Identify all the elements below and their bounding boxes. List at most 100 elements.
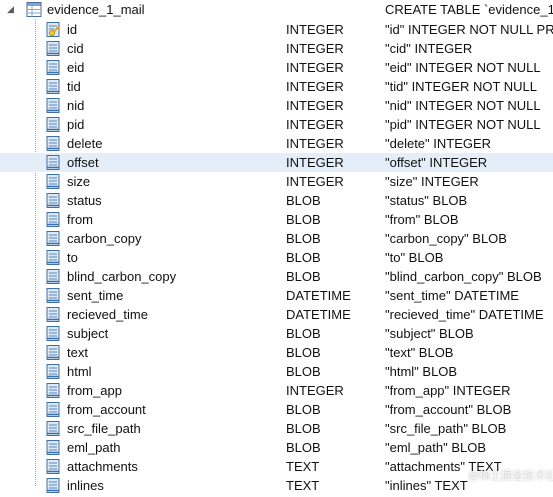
column-row[interactable]: src_file_path BLOB "src_file_path" BLOB [0, 419, 553, 438]
field-icon [45, 40, 61, 57]
column-type: INTEGER [286, 383, 344, 398]
column-schema: "subject" BLOB [385, 326, 474, 341]
column-type: BLOB [286, 364, 321, 379]
column-type: INTEGER [286, 22, 344, 37]
column-type: TEXT [286, 459, 320, 474]
column-name: blind_carbon_copy [67, 269, 177, 284]
column-row[interactable]: text BLOB "text" BLOB [0, 343, 553, 362]
column-schema: "from_account" BLOB [385, 402, 512, 417]
field-icon [45, 344, 61, 361]
field-icon [45, 249, 61, 266]
key-field-icon [45, 21, 61, 38]
column-type: BLOB [286, 193, 321, 208]
field-icon [45, 287, 61, 304]
column-row[interactable]: to BLOB "to" BLOB [0, 248, 553, 267]
column-name: from_app [67, 383, 122, 398]
column-row[interactable]: id INTEGER "id" INTEGER NOT NULL PRI [0, 20, 553, 39]
column-row[interactable]: recieved_time DATETIME "recieved_time" DAT… [0, 305, 553, 324]
column-schema: "blind_carbon_copy" BLOB [385, 269, 542, 284]
column-row[interactable]: html BLOB "html" BLOB [0, 362, 553, 381]
column-row[interactable]: carbon_copy BLOB "carbon_copy" BLOB [0, 229, 553, 248]
column-row[interactable]: status BLOB "status" BLOB [0, 191, 553, 210]
table-node-row[interactable]: ◢ evidence_1_mail CREATE TABLE `evidence… [0, 0, 553, 19]
column-schema: "to" BLOB [385, 250, 444, 265]
field-icon [45, 211, 61, 228]
column-schema: "id" INTEGER NOT NULL PRI [385, 22, 553, 37]
field-icon [45, 477, 61, 494]
watermark: @稀土掘金技术社区 [468, 470, 553, 482]
column-row[interactable]: subject BLOB "subject" BLOB [0, 324, 553, 343]
column-name: pid [67, 117, 85, 132]
column-name: src_file_path [67, 421, 141, 436]
column-name: offset [67, 155, 99, 170]
column-name: nid [67, 98, 85, 113]
column-type: BLOB [286, 345, 321, 360]
column-row[interactable]: from BLOB "from" BLOB [0, 210, 553, 229]
column-row[interactable]: eid INTEGER "eid" INTEGER NOT NULL [0, 58, 553, 77]
field-icon [45, 230, 61, 247]
column-name: inlines [67, 478, 104, 493]
field-icon [45, 401, 61, 418]
column-type: INTEGER [286, 79, 344, 94]
column-name: html [67, 364, 92, 379]
collapse-arrow-icon[interactable]: ◢ [7, 5, 15, 14]
column-name: to [67, 250, 78, 265]
column-name: recieved_time [67, 307, 148, 322]
column-row[interactable]: nid INTEGER "nid" INTEGER NOT NULL [0, 96, 553, 115]
column-type: BLOB [286, 269, 321, 284]
column-type: INTEGER [286, 117, 344, 132]
column-type: INTEGER [286, 136, 344, 151]
column-type: INTEGER [286, 98, 344, 113]
column-type: BLOB [286, 421, 321, 436]
column-type: INTEGER [286, 60, 344, 75]
column-schema: "html" BLOB [385, 364, 458, 379]
column-schema: "from_app" INTEGER [385, 383, 511, 398]
field-icon [45, 382, 61, 399]
column-schema: "eml_path" BLOB [385, 440, 487, 455]
field-icon [45, 97, 61, 114]
column-type: TEXT [286, 478, 320, 493]
column-name: size [67, 174, 91, 189]
column-row[interactable]: from_app INTEGER "from_app" INTEGER [0, 381, 553, 400]
field-icon [45, 59, 61, 76]
field-icon [45, 268, 61, 285]
table-icon [26, 1, 42, 18]
field-icon [45, 306, 61, 323]
column-row[interactable]: cid INTEGER "cid" INTEGER [0, 39, 553, 58]
column-schema: "tid" INTEGER NOT NULL [385, 79, 538, 94]
column-name: subject [67, 326, 109, 341]
field-icon [45, 363, 61, 380]
column-row[interactable]: eml_path BLOB "eml_path" BLOB [0, 438, 553, 457]
column-schema: "delete" INTEGER [385, 136, 492, 151]
field-icon [45, 154, 61, 171]
column-row[interactable]: delete INTEGER "delete" INTEGER [0, 134, 553, 153]
field-icon [45, 420, 61, 437]
column-row[interactable]: size INTEGER "size" INTEGER [0, 172, 553, 191]
column-name: eid [67, 60, 85, 75]
column-schema: "pid" INTEGER NOT NULL [385, 117, 541, 132]
column-schema: "sent_time" DATETIME [385, 288, 519, 303]
column-schema: "offset" INTEGER [385, 155, 488, 170]
field-icon [45, 192, 61, 209]
column-name: delete [67, 136, 103, 151]
field-icon [45, 173, 61, 190]
column-type: INTEGER [286, 41, 344, 56]
column-row[interactable]: offset INTEGER "offset" INTEGER [0, 153, 553, 172]
column-type: BLOB [286, 326, 321, 341]
column-row[interactable]: pid INTEGER "pid" INTEGER NOT NULL [0, 115, 553, 134]
column-name: cid [67, 41, 84, 56]
column-type: DATETIME [286, 288, 351, 303]
column-schema: "text" BLOB [385, 345, 454, 360]
column-type: BLOB [286, 231, 321, 246]
column-row[interactable]: tid INTEGER "tid" INTEGER NOT NULL [0, 77, 553, 96]
column-schema: "eid" INTEGER NOT NULL [385, 60, 541, 75]
column-name: attachments [67, 459, 138, 474]
column-name: status [67, 193, 102, 208]
column-row[interactable]: from_account BLOB "from_account" BLOB [0, 400, 553, 419]
field-icon [45, 135, 61, 152]
table-name: evidence_1_mail [47, 2, 145, 17]
column-row[interactable]: sent_time DATETIME "sent_time" DATETIME [0, 286, 553, 305]
column-schema: "carbon_copy" BLOB [385, 231, 507, 246]
column-schema: "status" BLOB [385, 193, 468, 208]
column-row[interactable]: blind_carbon_copy BLOB "blind_carbon_copy"… [0, 267, 553, 286]
